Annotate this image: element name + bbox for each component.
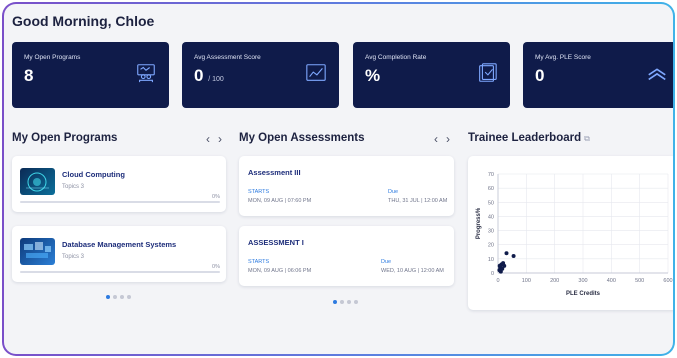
x-tick-label: 100 <box>522 278 531 284</box>
stat-title: Avg Completion Rate <box>365 54 427 61</box>
x-tick-label: 400 <box>607 278 616 284</box>
assessment-name: Assessment III <box>248 168 301 177</box>
starts-value: MON, 09 AUG | 07:60 PM <box>248 198 312 204</box>
program-progress-bar <box>20 201 220 203</box>
section-title-assessments: My Open Assessments <box>239 132 365 144</box>
due-label: Due <box>381 259 392 265</box>
stat-card-avg-completion[interactable]: Avg Completion Rate % <box>353 42 510 108</box>
starts-label: STARTS <box>248 259 270 265</box>
y-tick-label: 10 <box>488 257 494 263</box>
database-thumbnail <box>20 238 55 265</box>
dashboard: Good Morning, Chloe My Open Programs 8 A… <box>4 4 673 354</box>
y-tick-label: 50 <box>488 200 494 206</box>
data-point <box>497 263 502 268</box>
program-name: Database Management Systems <box>62 240 177 249</box>
stat-title: My Avg. PLE Score <box>535 54 591 61</box>
pagination-dot[interactable] <box>106 295 110 299</box>
y-tick-label: 70 <box>488 172 494 178</box>
x-tick-label: 0 <box>496 278 499 284</box>
leaderboard-chart-card: 0 10 20 30 40 50 60 70 0 100 200 300 400 500 600 PLE Cr… <box>468 156 673 310</box>
program-name: Cloud Computing <box>62 170 125 179</box>
app-frame: Good Morning, Chloe My Open Programs 8 A… <box>2 2 675 356</box>
y-tick-label: 60 <box>488 186 494 192</box>
section-title-leaderboard: Trainee Leaderboard ⧉ <box>468 132 590 144</box>
pagination-dot[interactable] <box>333 300 337 304</box>
program-progress-text: 0% <box>212 264 220 270</box>
stat-card-avg-assessment[interactable]: Avg Assessment Score 0 / 100 <box>182 42 339 108</box>
data-point <box>504 251 509 256</box>
stat-card-avg-ple[interactable]: My Avg. PLE Score 0 <box>523 42 673 108</box>
pagination-dot[interactable] <box>354 300 358 304</box>
starts-value: MON, 09 AUG | 06:06 PM <box>248 268 312 274</box>
data-point <box>511 254 516 259</box>
y-tick-label: 40 <box>488 214 494 220</box>
program-progress-text: 0% <box>212 194 220 200</box>
due-label: Due <box>388 189 399 195</box>
y-tick-label: 20 <box>488 243 494 249</box>
stat-title: Avg Assessment Score <box>194 54 261 61</box>
due-value: THU, 31 JUL | 12:00 AM <box>388 198 448 204</box>
x-tick-label: 300 <box>578 278 587 284</box>
pagination-dot[interactable] <box>113 295 117 299</box>
line-chart-icon <box>306 64 326 81</box>
pagination-dot[interactable] <box>347 300 351 304</box>
assessment-card[interactable]: Assessment III STARTS MON, 09 AUG | 07:6… <box>239 156 454 216</box>
y-tick-label: 30 <box>488 229 494 235</box>
program-card[interactable]: Cloud Computing Topics 3 0% <box>12 156 226 212</box>
pagination-dot[interactable] <box>120 295 124 299</box>
starts-label: STARTS <box>248 189 270 195</box>
x-tick-label: 200 <box>550 278 559 284</box>
programs-pagination <box>106 295 131 299</box>
data-point <box>502 263 507 268</box>
due-value: WED, 10 AUG | 12:00 AM <box>381 268 444 274</box>
programs-next-button[interactable]: › <box>218 132 222 146</box>
double-chevron-up-icon <box>648 68 666 81</box>
y-tick-label: 0 <box>491 271 494 277</box>
x-tick-label: 500 <box>635 278 644 284</box>
pagination-dot[interactable] <box>127 295 131 299</box>
program-card[interactable]: Database Management Systems Topics 3 0% <box>12 226 226 282</box>
assessment-name: ASSESSMENT I <box>248 238 304 247</box>
stat-title: My Open Programs <box>24 54 81 61</box>
x-axis-label: PLE Credits <box>566 291 601 297</box>
checklist-icon <box>479 63 497 82</box>
leaderboard-scatter-chart: 0 10 20 30 40 50 60 70 0 100 200 300 400 500 600 PLE Cr… <box>476 172 673 297</box>
greeting-title: Good Morning, Chloe <box>12 13 155 29</box>
cloud-computing-thumbnail <box>20 168 55 195</box>
data-point <box>498 269 503 274</box>
stat-card-open-programs[interactable]: My Open Programs 8 <box>12 42 169 108</box>
pagination-dot[interactable] <box>340 300 344 304</box>
programs-prev-button[interactable]: ‹ <box>206 132 210 146</box>
program-topics: Topics 3 <box>62 254 85 260</box>
assessment-card[interactable]: ASSESSMENT I STARTS MON, 09 AUG | 06:06 … <box>239 226 454 286</box>
student-desk-icon <box>137 64 155 83</box>
external-link-icon[interactable]: ⧉ <box>584 134 590 143</box>
program-progress-bar <box>20 271 220 273</box>
x-tick-label: 600 <box>663 278 672 284</box>
program-topics: Topics 3 <box>62 184 85 190</box>
y-axis-label: Progress% <box>476 207 482 239</box>
section-title-programs: My Open Programs <box>12 132 118 144</box>
assessments-next-button[interactable]: › <box>446 132 450 146</box>
assessments-prev-button[interactable]: ‹ <box>434 132 438 146</box>
assessments-pagination <box>333 300 358 304</box>
